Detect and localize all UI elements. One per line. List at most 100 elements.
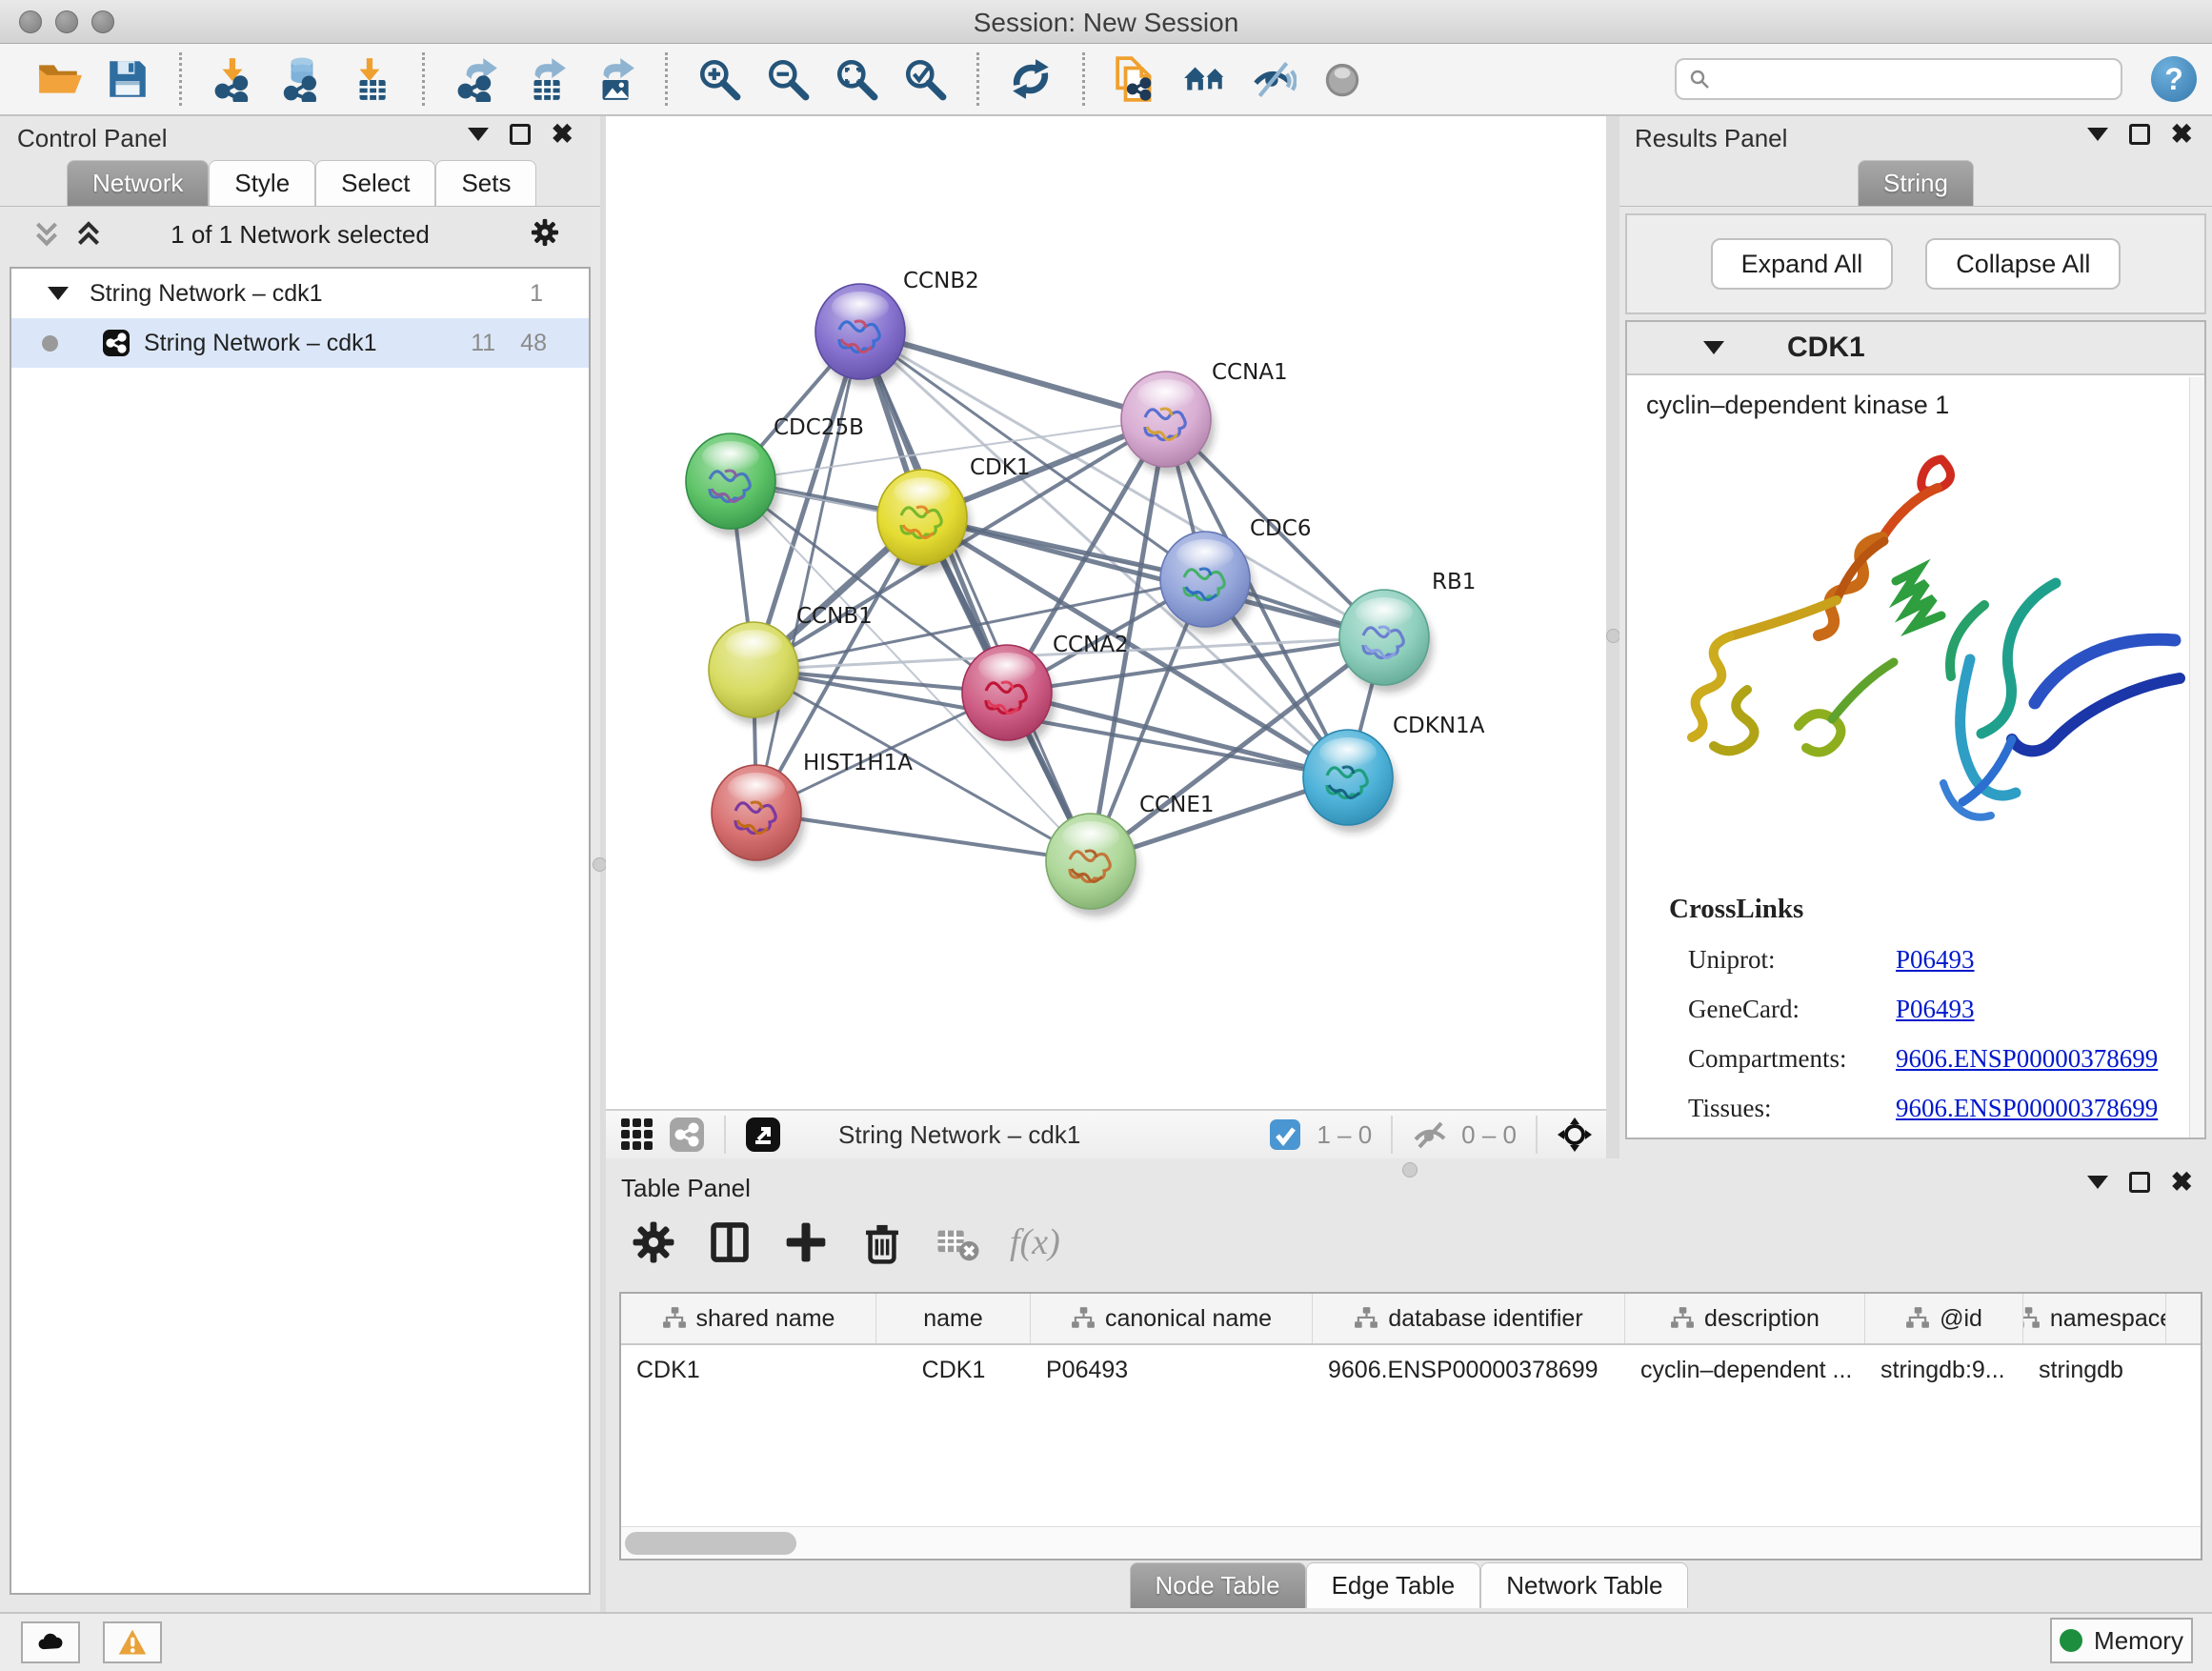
import-table-button[interactable] [340, 50, 401, 108]
column-header-shared-name[interactable]: shared name [621, 1294, 876, 1343]
table-options-gear-icon[interactable] [629, 1218, 678, 1267]
network-collection-row[interactable]: String Network – cdk1 1 [11, 269, 589, 318]
network-canvas[interactable]: CCNB2CCNA1CDC25BCDK1CDC6RB1CCNB1CCNA2CDK… [606, 116, 1606, 1109]
import-database-button[interactable] [271, 50, 332, 108]
tab-edge-table[interactable]: Edge Table [1306, 1562, 1481, 1608]
zoom-fit-button[interactable] [826, 50, 887, 108]
edge-CCNB2-HIST1H1A[interactable] [756, 332, 860, 813]
column-header-namespace[interactable]: namespace [2023, 1294, 2166, 1343]
network-overview-icon[interactable] [669, 1117, 705, 1153]
memory-button[interactable]: Memory [2050, 1618, 2193, 1663]
column-header-database-identifier[interactable]: database identifier [1313, 1294, 1625, 1343]
column-header-canonical-name[interactable]: canonical name [1031, 1294, 1313, 1343]
tab-network-table[interactable]: Network Table [1480, 1562, 1688, 1608]
scrollbar-thumb[interactable] [625, 1532, 796, 1555]
table-row[interactable]: CDK1CDK1P064939606.ENSP00000378699cyclin… [621, 1345, 2201, 1395]
tree-expand-icon[interactable] [48, 287, 69, 300]
search-input[interactable] [1719, 66, 2109, 92]
cloud-button[interactable] [21, 1621, 80, 1663]
entry-scrollbar[interactable] [2189, 377, 2204, 1137]
delete-column-icon[interactable] [857, 1218, 907, 1267]
tab-node-table[interactable]: Node Table [1130, 1562, 1306, 1608]
crosslink-link[interactable]: P06493 [1896, 995, 1975, 1024]
network-from-document-button[interactable] [1106, 50, 1167, 108]
cell-canonical-name[interactable]: P06493 [1031, 1357, 1313, 1384]
panel-menu-icon[interactable] [468, 128, 489, 141]
zoom-in-button[interactable] [689, 50, 750, 108]
birds-eye-grid-icon[interactable] [619, 1117, 655, 1153]
node-CDKN1A[interactable]: CDKN1A [1303, 714, 1485, 833]
panel-float-icon[interactable] [510, 124, 531, 145]
panel-float-icon[interactable] [2129, 124, 2150, 145]
crosslink-link[interactable]: 9606.ENSP00000378699 [1896, 1094, 2158, 1123]
panel-close-icon[interactable]: ✖ [2171, 1172, 2193, 1193]
cell-@id[interactable]: stringdb:9... [1865, 1357, 2023, 1384]
network-row[interactable]: String Network – cdk1 11 48 [11, 318, 589, 368]
save-session-button[interactable] [97, 50, 158, 108]
column-header-name[interactable]: name [876, 1294, 1031, 1343]
selected-checkbox-icon[interactable] [1267, 1117, 1303, 1153]
cell-description[interactable]: cyclin–dependent ... [1625, 1357, 1865, 1384]
welcome-screen-button[interactable] [1175, 50, 1236, 108]
node-CCNA2[interactable]: CCNA2 [962, 633, 1129, 748]
panel-close-icon[interactable]: ✖ [552, 124, 573, 145]
show-columns-icon[interactable] [705, 1218, 754, 1267]
tab-string[interactable]: String [1858, 160, 1974, 206]
right-splitter-grip[interactable] [1606, 629, 1620, 643]
node-CCNB2[interactable]: CCNB2 [815, 269, 979, 387]
zoom-selected-button[interactable] [895, 50, 955, 108]
node-CCNA1[interactable]: CCNA1 [1121, 360, 1288, 474]
cell-shared-name[interactable]: CDK1 [621, 1357, 876, 1384]
tab-style[interactable]: Style [209, 160, 315, 206]
edge-CDK1-RB1[interactable] [922, 517, 1384, 637]
expand-all-icon[interactable] [74, 220, 103, 249]
tab-sets[interactable]: Sets [435, 160, 536, 206]
edge-CCNB2-CCNE1[interactable] [860, 332, 1091, 861]
column-header-@id[interactable]: @id [1865, 1294, 2023, 1343]
warnings-button[interactable] [103, 1621, 162, 1663]
gene-entry-header[interactable]: CDK1 [1627, 322, 2204, 375]
horizontal-splitter-grip[interactable] [1402, 1162, 1418, 1178]
panel-float-icon[interactable] [2129, 1172, 2150, 1193]
crosslink-link[interactable]: 9606.ENSP00000378699 [1896, 1044, 2158, 1074]
fit-selected-crosshair-icon[interactable] [1557, 1117, 1593, 1153]
collapse-all-button[interactable]: Collapse All [1925, 238, 2121, 290]
delete-table-icon[interactable] [934, 1218, 983, 1267]
tab-select[interactable]: Select [315, 160, 435, 206]
cell-database-identifier[interactable]: 9606.ENSP00000378699 [1313, 1357, 1625, 1384]
crosslink-link[interactable]: P06493 [1896, 945, 1975, 975]
hidden-items-eye-icon[interactable] [1412, 1117, 1448, 1153]
table-horizontal-scrollbar[interactable] [621, 1526, 2201, 1559]
panel-close-icon[interactable]: ✖ [2171, 124, 2193, 145]
import-network-button[interactable] [203, 50, 264, 108]
collapse-all-icon[interactable] [32, 220, 61, 249]
hide-details-button[interactable] [1243, 50, 1304, 108]
apply-layout-button[interactable] [1000, 50, 1061, 108]
left-splitter-grip[interactable] [593, 857, 607, 872]
panel-menu-icon[interactable] [2087, 1176, 2108, 1189]
tab-network[interactable]: Network [67, 160, 209, 206]
panel-menu-icon[interactable] [2087, 128, 2108, 141]
open-session-button[interactable] [29, 50, 90, 108]
show-details-button[interactable] [1312, 50, 1373, 108]
search-box[interactable] [1675, 58, 2122, 100]
entry-collapse-icon[interactable] [1703, 341, 1724, 354]
node-CDC25B[interactable]: CDC25B [686, 415, 864, 536]
node-CDC6[interactable]: CDC6 [1160, 516, 1311, 634]
zoom-out-button[interactable] [757, 50, 818, 108]
export-table-button[interactable] [514, 50, 575, 108]
network-options-gear-icon[interactable] [528, 215, 562, 254]
export-image-button[interactable] [583, 50, 644, 108]
export-network-button[interactable] [446, 50, 507, 108]
help-button[interactable]: ? [2151, 56, 2197, 102]
add-column-icon[interactable] [781, 1218, 831, 1267]
export-view-icon[interactable] [745, 1117, 781, 1153]
node-CCNE1[interactable]: CCNE1 [1046, 793, 1215, 916]
column-header-description[interactable]: description [1625, 1294, 1865, 1343]
cell-name[interactable]: CDK1 [876, 1357, 1031, 1384]
function-builder-icon[interactable]: f(x) [1010, 1221, 1060, 1263]
node-HIST1H1A[interactable]: HIST1H1A [712, 751, 913, 868]
edge-HIST1H1A-CCNE1[interactable] [756, 813, 1091, 861]
expand-all-button[interactable]: Expand All [1711, 238, 1894, 290]
cell-namespace[interactable]: stringdb [2023, 1357, 2166, 1384]
